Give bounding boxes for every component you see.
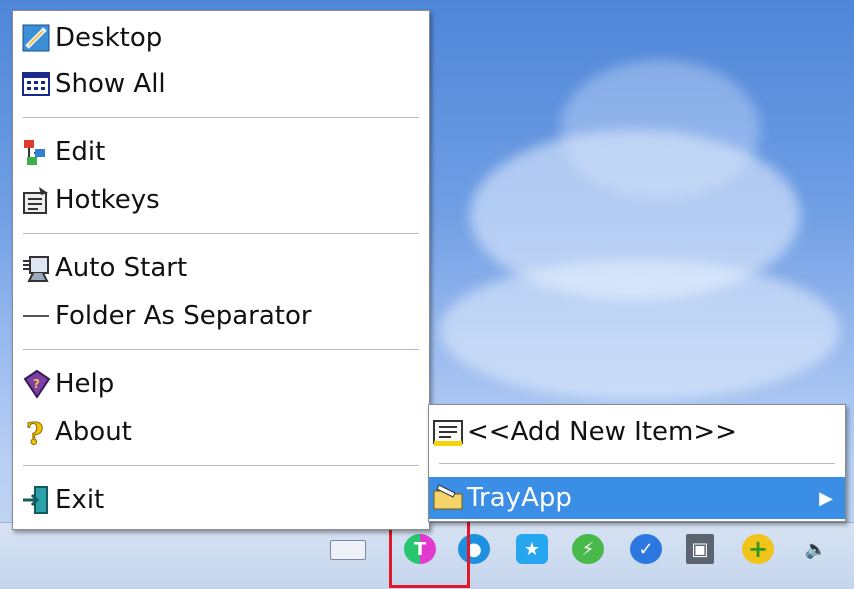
menu-item-about[interactable]: ? About	[17, 411, 425, 453]
menu-item-hotkeys[interactable]: Hotkeys	[17, 179, 425, 221]
exit-icon	[19, 483, 53, 517]
submenu: <<Add New Item>> TrayApp ▶	[428, 404, 846, 522]
menu-item-desktop[interactable]: Desktop	[17, 17, 425, 59]
menu-separator	[23, 233, 419, 235]
svg-text:?: ?	[26, 417, 44, 447]
menu-item-show-all[interactable]: Show All	[17, 63, 425, 105]
help-icon: ?	[19, 367, 53, 401]
add-item-icon	[431, 415, 465, 449]
network-icon[interactable]: ▣	[686, 534, 714, 564]
check-shield-icon[interactable]: ✓	[630, 534, 662, 564]
star-icon[interactable]: ★	[516, 534, 548, 564]
menu-item-edit[interactable]: Edit	[17, 131, 425, 173]
show-all-icon	[19, 67, 53, 101]
menu-item-auto-start[interactable]: Auto Start	[17, 247, 425, 289]
separator-line-icon	[19, 299, 53, 333]
plus-icon[interactable]: +	[742, 534, 774, 564]
menu-item-folder-as-separator[interactable]: Folder As Separator	[17, 295, 425, 337]
keyboard-icon[interactable]	[330, 540, 366, 560]
trayapp-icon[interactable]: T	[404, 534, 436, 564]
auto-start-icon	[19, 251, 53, 285]
menu-separator	[439, 463, 835, 465]
svg-text:?: ?	[33, 377, 40, 391]
question-icon: ?	[19, 415, 53, 449]
edit-icon	[19, 135, 53, 169]
menu-separator	[23, 117, 419, 119]
menu-separator	[23, 349, 419, 351]
bird-icon[interactable]: ●	[458, 534, 490, 564]
submenu-item-add-new[interactable]: <<Add New Item>>	[429, 411, 845, 453]
shield-icon[interactable]: ⚡	[572, 534, 604, 564]
menu-item-exit[interactable]: Exit	[17, 479, 425, 521]
hotkeys-icon	[19, 183, 53, 217]
folder-icon	[431, 481, 465, 515]
context-menu: Desktop Show All Edit Hotkeys Auto Start…	[12, 10, 430, 530]
menu-item-help[interactable]: ? Help	[17, 363, 425, 405]
submenu-item-trayapp[interactable]: TrayApp ▶	[429, 477, 845, 519]
submenu-arrow-icon: ▶	[819, 487, 833, 509]
desktop-icon	[19, 21, 53, 55]
volume-icon[interactable]: 🔈	[800, 534, 832, 564]
menu-separator	[23, 465, 419, 467]
